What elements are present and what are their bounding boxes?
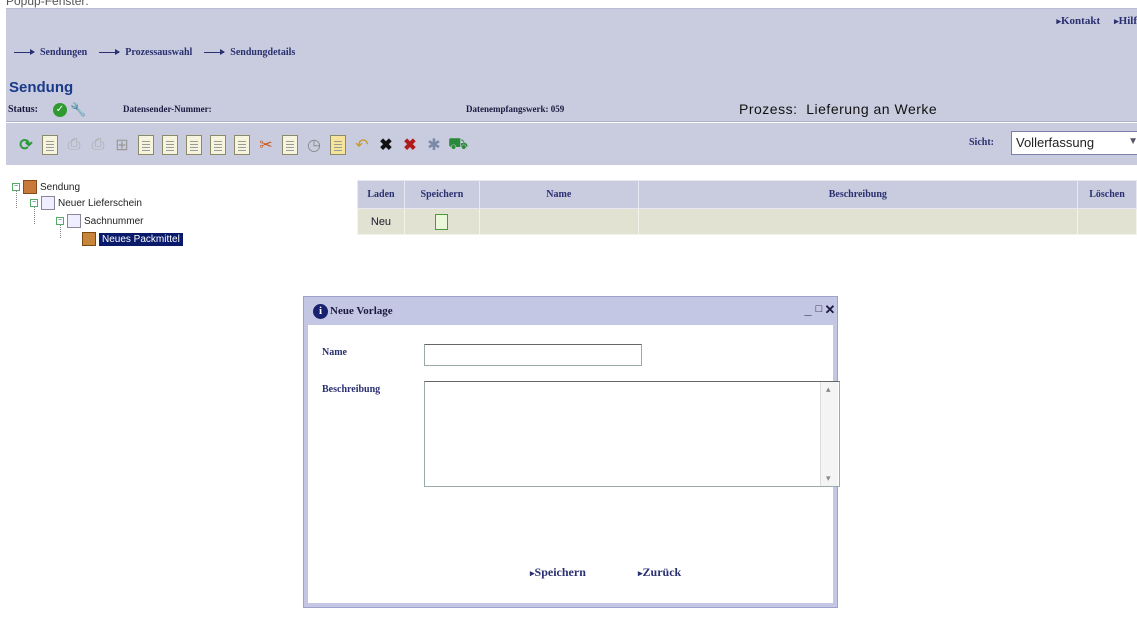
clock-icon[interactable]: ◷ (304, 134, 324, 156)
column-header-name[interactable]: Name (478, 180, 639, 209)
column-header-laden[interactable]: Laden (357, 180, 405, 209)
top-cut-text: Popup-Fenster: (0, 0, 1137, 8)
cell-name (478, 208, 639, 235)
new-doc-icon[interactable] (42, 135, 58, 155)
column-header-loeschen[interactable]: Löschen (1077, 180, 1137, 209)
column-header-beschreibung[interactable]: Beschreibung (637, 180, 1079, 209)
template-table: Laden Speichern Name Beschreibung Lösche… (357, 180, 1137, 235)
description-field[interactable] (424, 381, 840, 487)
contact-link[interactable]: Kontakt (1056, 15, 1100, 27)
tree-node-lieferschein[interactable]: − Neuer Lieferschein (30, 196, 142, 210)
breadcrumb-sendungen[interactable]: Sendungen (14, 47, 87, 58)
info-icon: i (313, 304, 328, 319)
tree-node-packmittel[interactable]: Neues Packmittel (82, 232, 183, 246)
tree-node-sendung[interactable]: − Sendung (12, 180, 80, 194)
cell-laden[interactable]: Neu (357, 208, 405, 235)
cut-icon[interactable]: ✂ (256, 134, 276, 156)
help-link[interactable]: Hilf (1114, 15, 1137, 27)
copy-icon[interactable] (282, 135, 298, 155)
description-scrollbar[interactable] (820, 382, 838, 486)
dialog-body: Name Beschreibung Speichern Zurück (308, 325, 840, 603)
save-button[interactable]: Speichern (530, 565, 586, 580)
refresh-icon[interactable]: ⟳ (16, 134, 36, 156)
page-title: Sendung (9, 79, 74, 96)
top-cut-label: Popup-Fenster: (6, 0, 89, 8)
delivery-note-icon (41, 196, 55, 210)
table-header-row: Laden Speichern Name Beschreibung Lösche… (357, 180, 1137, 209)
collapse-icon[interactable]: − (12, 183, 20, 191)
cell-beschreibung (637, 208, 1079, 235)
dialog-title: Neue Vorlage (330, 305, 393, 317)
part-number-icon (67, 214, 81, 228)
tree-node-label: Sachnummer (84, 215, 144, 227)
new-template-dialog: i Neue Vorlage _ □ ✕ Name Beschreibung S… (303, 296, 840, 608)
breadcrumb: Sendungen Prozessauswahl Sendungdetails (14, 47, 295, 58)
doc-icon-2[interactable] (162, 135, 178, 155)
arrow-icon (99, 49, 121, 55)
collapse-icon[interactable]: − (30, 199, 38, 207)
view-select-value: Vollerfassung (1016, 135, 1095, 150)
grid-icon[interactable]: ⊞ (112, 134, 132, 156)
process-label: Prozess: Lieferung an Werke (739, 101, 938, 117)
status-row: Status: ✓ 🔧 Datensender-Nummer: Datenemp… (6, 100, 1137, 122)
receiver-plant-label: Datenempfangswerk: 059 (466, 104, 565, 114)
print-preview-icon[interactable]: ⎙ (64, 134, 84, 156)
cell-speichern[interactable] (403, 208, 480, 235)
view-select[interactable]: Vollerfassung ▼ (1011, 131, 1137, 155)
table-row: Neu (357, 208, 1137, 235)
tree-node-label: Sendung (40, 181, 81, 193)
shipment-icon (23, 180, 37, 194)
print-icon[interactable]: ⎙ (88, 134, 108, 156)
package-icon (82, 232, 96, 246)
header: Kontakt Hilf Sendungen Prozessauswahl Se… (6, 8, 1137, 78)
arrow-icon (204, 49, 226, 55)
cell-loeschen (1077, 208, 1137, 235)
top-links: Kontakt Hilf (1056, 15, 1137, 27)
column-header-speichern[interactable]: Speichern (403, 180, 480, 209)
doc-icon-5[interactable] (234, 135, 250, 155)
chevron-down-icon[interactable]: ▼ (1128, 136, 1137, 147)
save-doc-icon[interactable] (435, 213, 449, 230)
status-label: Status: (8, 104, 39, 115)
sender-number-label: Datensender-Nummer: (123, 104, 212, 114)
view-label: Sicht: (969, 137, 994, 148)
breadcrumb-prozessauswahl[interactable]: Prozessauswahl (99, 47, 192, 58)
paste-icon[interactable] (330, 135, 346, 155)
delete-all-icon[interactable]: ✖ (400, 134, 420, 156)
tree-node-sachnummer[interactable]: − Sachnummer (56, 214, 143, 228)
bug-icon[interactable]: ✱ (424, 134, 444, 156)
back-button[interactable]: Zurück (638, 565, 682, 580)
truck-icon[interactable]: ⛟ (448, 134, 468, 156)
close-icon[interactable]: ✕ (824, 302, 836, 318)
tree-node-label: Neuer Lieferschein (58, 197, 142, 209)
doc-icon-4[interactable] (210, 135, 226, 155)
name-field[interactable] (424, 344, 642, 366)
breadcrumb-sendungdetails[interactable]: Sendungdetails (204, 47, 295, 58)
wrench-icon[interactable]: 🔧 (70, 102, 86, 118)
doc-icon[interactable] (138, 135, 154, 155)
doc-icon-3[interactable] (186, 135, 202, 155)
dialog-titlebar[interactable]: i Neue Vorlage _ □ ✕ (304, 297, 837, 325)
check-icon: ✓ (53, 103, 67, 117)
name-label: Name (322, 347, 347, 358)
undo-icon[interactable]: ↶ (352, 134, 372, 156)
title-row: Sendung (6, 78, 1137, 100)
collapse-icon[interactable]: − (56, 217, 64, 225)
delete-icon[interactable]: ✖ (376, 134, 396, 156)
toolbar-icons: ⟳ ⎙ ⎙ ⊞ ✂ ◷ ↶ ✖ ✖ ✱ ⛟ (16, 134, 468, 156)
arrow-icon (14, 49, 35, 55)
tree-node-label-selected: Neues Packmittel (99, 232, 183, 246)
toolbar: ⟳ ⎙ ⎙ ⊞ ✂ ◷ ↶ ✖ ✖ ✱ ⛟ Sicht: Vollerfassu… (6, 123, 1137, 165)
description-label: Beschreibung (322, 384, 381, 395)
